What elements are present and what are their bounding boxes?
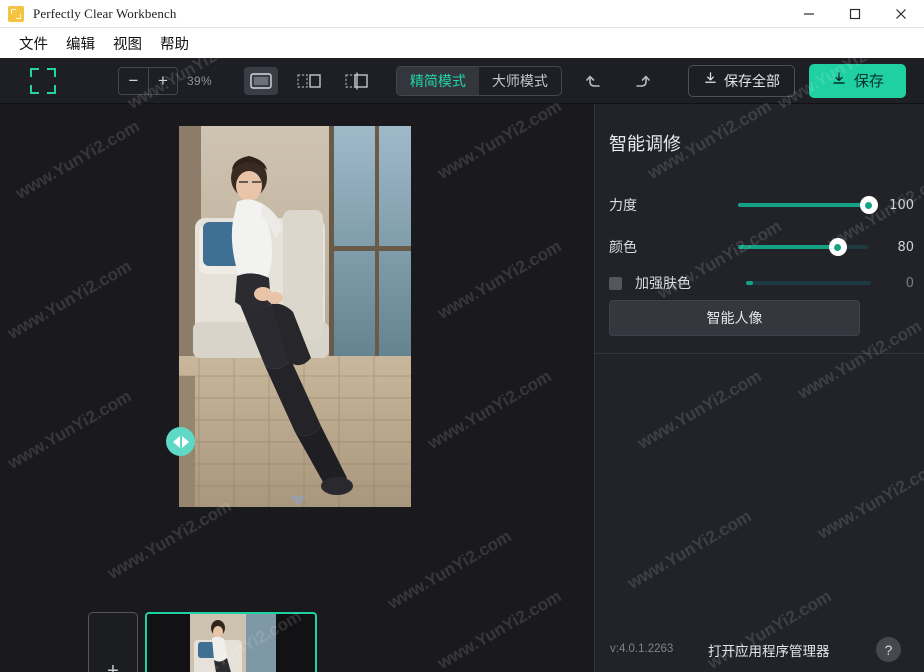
history-controls <box>582 68 654 94</box>
slider-row-strength: 力度 100 <box>609 194 914 216</box>
mode-simple-button[interactable]: 精简模式 <box>396 66 479 95</box>
arrow-right-icon <box>181 435 189 448</box>
menu-item-edit[interactable]: 编辑 <box>57 31 104 56</box>
preview-image[interactable] <box>179 126 411 507</box>
panel-section-divider <box>595 353 924 354</box>
title-bar: Perfectly Clear Workbench <box>0 0 924 28</box>
filmstrip-caret-down-icon[interactable] <box>290 496 306 506</box>
slider-fill-color <box>737 245 836 249</box>
brackets-logo-icon[interactable] <box>30 67 56 94</box>
save-button[interactable]: 保存 <box>808 63 906 98</box>
maximize-button[interactable] <box>832 0 878 28</box>
mode-master-button[interactable]: 大师模式 <box>479 67 561 95</box>
mode-toggle-group: 精简模式 大师模式 <box>395 65 562 96</box>
app-icon <box>8 5 24 22</box>
zoom-in-button[interactable]: + <box>148 66 178 95</box>
split-compare-handle-icon[interactable] <box>166 427 195 456</box>
adjustments-panel: 智能调修 力度 100 颜色 80 加强肤色 0 智能人像 v:4.0.1.22… <box>595 104 924 672</box>
slider-track-skin-tone[interactable] <box>745 281 871 285</box>
menu-item-help[interactable]: 帮助 <box>151 31 198 56</box>
download-icon <box>831 71 847 91</box>
application-window: Perfectly Clear Workbench 文件 编辑 视图 帮助 − … <box>0 0 924 672</box>
slider-label-color: 颜色 <box>609 240 637 256</box>
close-button[interactable] <box>878 0 924 28</box>
slider-track-strength[interactable] <box>737 196 878 214</box>
version-label: v:4.0.1.2263 <box>610 643 674 655</box>
undo-icon[interactable] <box>582 68 608 94</box>
save-label: 保存 <box>853 72 884 90</box>
redo-icon[interactable] <box>628 68 654 94</box>
panel-title: 智能调修 <box>609 134 681 155</box>
minimize-button[interactable] <box>786 0 832 28</box>
image-canvas[interactable]: + YPOJIE.COM-1.jpg <box>0 104 594 672</box>
status-bar: v:4.0.1.2263 打开应用程序管理器 ? <box>595 625 924 672</box>
open-app-manager-link[interactable]: 打开应用程序管理器 <box>708 640 830 660</box>
add-image-button[interactable]: + <box>88 612 138 672</box>
view-mode-group <box>243 66 374 95</box>
thumbnail-image <box>190 614 276 672</box>
smart-portrait-button[interactable]: 智能人像 <box>609 300 860 336</box>
slider-label-skin-tone: 加强肤色 <box>635 276 691 292</box>
slider-knob-strength[interactable] <box>859 196 878 214</box>
window-controls <box>786 0 924 28</box>
split-compare-view-icon[interactable] <box>340 67 374 95</box>
zoom-level-value: 39% <box>187 73 212 88</box>
filmstrip-thumbnail[interactable] <box>145 612 317 672</box>
menu-bar: 文件 编辑 视图 帮助 <box>0 28 924 58</box>
save-all-button[interactable]: 保存全部 <box>687 64 795 97</box>
save-all-label: 保存全部 <box>723 73 780 90</box>
skin-tone-checkbox[interactable] <box>609 276 622 290</box>
preview-image-content <box>179 126 411 507</box>
zoom-out-button[interactable]: − <box>118 66 148 95</box>
slider-value-skin-tone: 0 <box>905 275 914 291</box>
menu-item-view[interactable]: 视图 <box>104 31 151 56</box>
arrow-left-icon <box>172 435 180 448</box>
slider-fill-strength <box>737 203 869 207</box>
zoom-controls: − + <box>118 66 178 95</box>
slider-fill-skin-tone <box>745 281 754 285</box>
side-by-side-view-icon[interactable] <box>292 67 326 95</box>
slider-knob-color[interactable] <box>828 238 847 256</box>
slider-value-color: 80 <box>897 239 914 255</box>
window-title: Perfectly Clear Workbench <box>33 5 177 21</box>
slider-track-color[interactable] <box>737 238 869 256</box>
help-button[interactable]: ? <box>876 637 901 662</box>
download-icon <box>703 71 718 90</box>
slider-row-skin-tone: 加强肤色 0 <box>609 272 914 294</box>
single-view-icon[interactable] <box>243 66 278 95</box>
toolbar: − + 39% 精简模式 大师模式 保存全部 保存 <box>0 58 924 104</box>
slider-label-strength: 力度 <box>609 198 637 214</box>
slider-row-color: 颜色 80 <box>609 236 914 258</box>
menu-item-file[interactable]: 文件 <box>10 31 57 56</box>
